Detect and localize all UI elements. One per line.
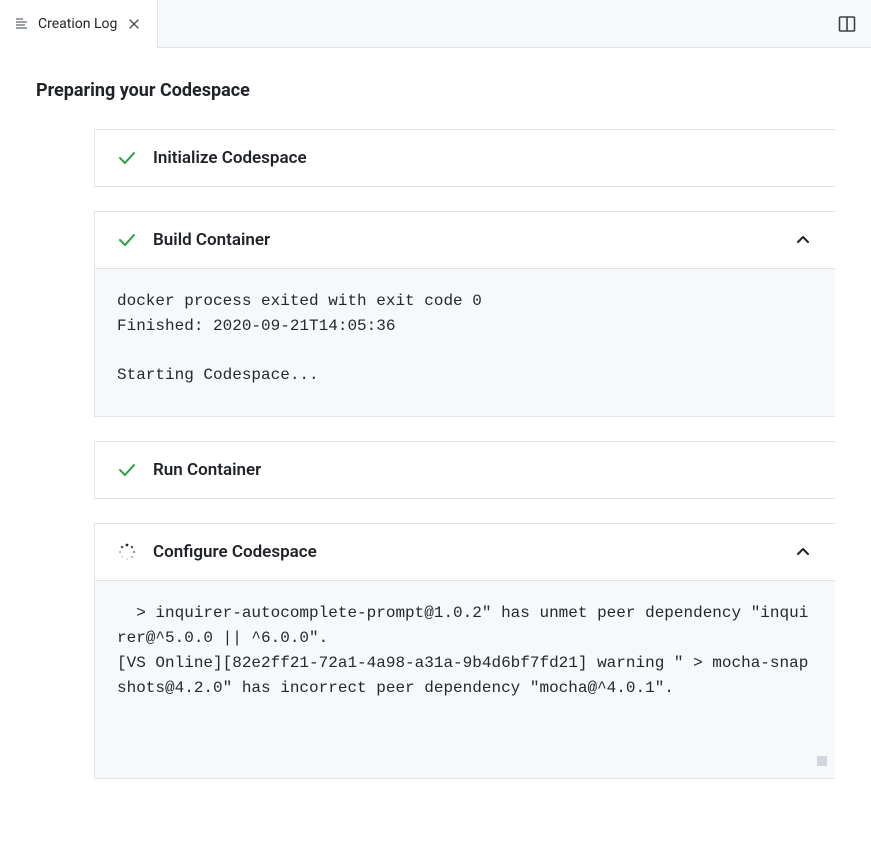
scroll-indicator — [817, 756, 827, 766]
step-header[interactable]: Run Container — [95, 442, 835, 498]
step-header[interactable]: Build Container — [95, 212, 835, 268]
content-area: Preparing your Codespace Initialize Code… — [0, 48, 871, 779]
chevron-up-icon — [793, 230, 813, 250]
editor-toolbar — [837, 14, 871, 34]
chevron-up-icon — [793, 542, 813, 562]
step-log: > inquirer-autocomplete-prompt@1.0.2" ha… — [95, 580, 835, 778]
close-icon[interactable] — [125, 15, 143, 33]
split-editor-icon[interactable] — [837, 14, 857, 34]
tab-bar: Creation Log — [0, 0, 871, 48]
step-run-container: Run Container — [94, 441, 835, 499]
step-title: Build Container — [153, 230, 777, 250]
step-header[interactable]: Initialize Codespace — [95, 130, 835, 186]
step-title: Run Container — [153, 460, 813, 480]
spinner-icon — [117, 542, 137, 562]
step-header[interactable]: Configure Codespace — [95, 524, 835, 580]
checkmark-icon — [117, 460, 137, 480]
checkmark-icon — [117, 148, 137, 168]
step-title: Initialize Codespace — [153, 148, 813, 168]
step-title: Configure Codespace — [153, 542, 777, 562]
tab-title: Creation Log — [38, 16, 117, 32]
step-configure-codespace: Configure Codespace > inquirer-autocompl… — [94, 523, 835, 779]
page-title: Preparing your Codespace — [36, 80, 835, 101]
step-initialize-codespace: Initialize Codespace — [94, 129, 835, 187]
step-build-container: Build Container docker process exited wi… — [94, 211, 835, 417]
steps-list: Initialize Codespace Build Container doc… — [36, 129, 835, 779]
step-log: docker process exited with exit code 0 F… — [95, 268, 835, 416]
tab-creation-log[interactable]: Creation Log — [0, 0, 158, 48]
output-icon — [14, 16, 30, 32]
checkmark-icon — [117, 230, 137, 250]
